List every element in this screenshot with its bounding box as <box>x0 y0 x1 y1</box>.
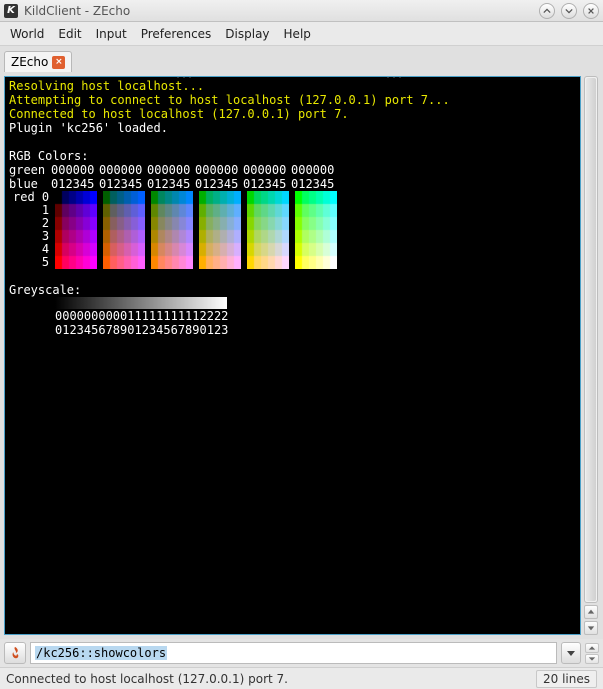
app-icon: K <box>4 4 18 18</box>
tab-zecho[interactable]: ZEcho × <box>4 51 72 72</box>
terminal-line: Greyscale: <box>9 283 576 297</box>
scroll-column <box>583 76 599 635</box>
terminal-line: Connected to host localhost (127.0.0.1) … <box>9 107 576 121</box>
menu-help[interactable]: Help <box>278 25 317 43</box>
rgb-swatch-g4 <box>247 191 289 269</box>
scroll-thumb[interactable] <box>586 78 596 601</box>
rgb-palette: red 0 1 2 3 4 5 <box>9 191 576 269</box>
menu-edit[interactable]: Edit <box>52 25 87 43</box>
red-axis: red 0 1 2 3 4 5 <box>13 191 49 269</box>
tab-label: ZEcho <box>11 55 48 69</box>
trigger-button[interactable] <box>4 642 26 664</box>
greyscale-block: 0000000000111111111122220123456789012345… <box>55 297 576 337</box>
scroll-up-button[interactable] <box>584 605 598 619</box>
maximize-button[interactable] <box>561 3 577 19</box>
menu-bar: WorldEditInputPreferencesDisplayHelp <box>0 22 603 46</box>
terminal-line: Plugin 'kc256' loaded. <box>9 121 576 135</box>
input-prev-button[interactable] <box>585 643 599 653</box>
title-bar: K KildClient - ZEcho <box>0 0 603 22</box>
status-bar: Connected to host localhost (127.0.0.1) … <box>0 667 603 689</box>
close-button[interactable] <box>583 3 599 19</box>
terminal[interactable]: ··· ··· Resolving host localhost...Attem… <box>5 77 580 634</box>
terminal-line: Resolving host localhost... <box>9 79 576 93</box>
close-tab-icon[interactable]: × <box>52 56 65 69</box>
input-next-button[interactable] <box>585 654 599 664</box>
greyscale-index-row1: 000000000011111111112222 <box>55 309 576 323</box>
history-dropdown-button[interactable] <box>561 642 581 664</box>
terminal-scrollbar[interactable] <box>584 76 598 603</box>
terminal-line: RGB Colors: <box>9 149 576 163</box>
status-text: Connected to host localhost (127.0.0.1) … <box>6 672 536 686</box>
rgb-swatch-g5 <box>295 191 337 269</box>
work-area: ··· ··· Resolving host localhost...Attem… <box>0 72 603 639</box>
terminal-line: green00000000000000000000000000000000000… <box>9 163 576 177</box>
rgb-swatch-g3 <box>199 191 241 269</box>
input-stepper <box>585 643 599 664</box>
rgb-swatch-g2 <box>151 191 193 269</box>
terminal-line <box>9 135 576 149</box>
input-row: /kc256::showcolors <box>0 639 603 667</box>
terminal-line: blue 01234501234501234501234501234501234… <box>9 177 576 191</box>
scroll-down-button[interactable] <box>584 621 598 635</box>
tab-bar: ZEcho × <box>0 46 603 72</box>
terminal-frame: ··· ··· Resolving host localhost...Attem… <box>4 76 581 635</box>
menu-preferences[interactable]: Preferences <box>135 25 218 43</box>
greyscale-ramp <box>55 297 227 309</box>
command-text: /kc256::showcolors <box>35 646 167 660</box>
terminal-line: Attempting to connect to host localhost … <box>9 93 576 107</box>
terminal-line <box>9 269 576 283</box>
menu-world[interactable]: World <box>4 25 50 43</box>
minimize-button[interactable] <box>539 3 555 19</box>
greyscale-index-row2: 012345678901234567890123 <box>55 323 576 337</box>
window-title: KildClient - ZEcho <box>22 4 533 18</box>
rgb-swatch-g0 <box>55 191 97 269</box>
rgb-swatch-g1 <box>103 191 145 269</box>
command-input[interactable]: /kc256::showcolors <box>30 642 557 664</box>
menu-display[interactable]: Display <box>219 25 275 43</box>
status-lines: 20 lines <box>536 670 597 688</box>
menu-input[interactable]: Input <box>90 25 133 43</box>
